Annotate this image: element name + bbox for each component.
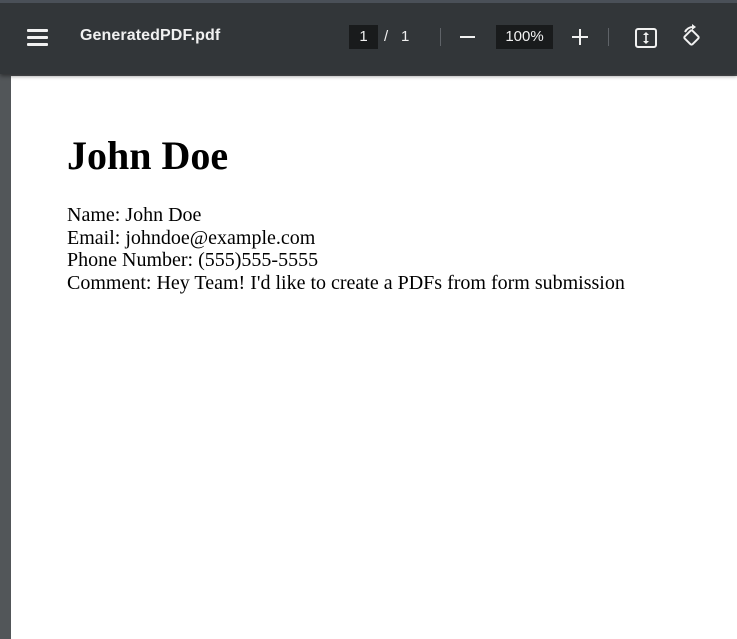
page-total: 1 [401, 28, 410, 45]
zoom-in-button[interactable] [567, 24, 593, 50]
zoom-out-button[interactable] [455, 24, 481, 50]
rotate-button[interactable] [677, 23, 705, 51]
fit-to-page-button[interactable] [632, 24, 660, 52]
toolbar-divider [440, 28, 441, 46]
document-body: Name: John Doe Email: johndoe@example.co… [67, 204, 625, 294]
pdf-viewer-area[interactable]: John Doe Name: John Doe Email: johndoe@e… [0, 74, 737, 639]
document-heading: John Doe [67, 133, 229, 178]
toolbar-top-border [0, 0, 737, 3]
document-title: GeneratedPDF.pdf [80, 27, 221, 44]
email-line: Email: johndoe@example.com [67, 226, 316, 249]
fit-to-page-icon [635, 28, 657, 48]
rotate-counterclockwise-icon [683, 24, 700, 46]
comment-line: Comment: Hey Team! I'd like to create a … [67, 271, 625, 294]
page-separator: / [384, 28, 389, 45]
zoom-level-input[interactable]: 100% [496, 25, 553, 49]
phone-line: Phone Number: (555)555-5555 [67, 249, 319, 271]
pdf-page: John Doe Name: John Doe Email: johndoe@e… [11, 76, 737, 639]
hamburger-menu-icon[interactable] [22, 23, 54, 53]
toolbar-divider [608, 28, 609, 46]
minus-icon [460, 36, 475, 38]
name-line: Name: John Doe [67, 204, 202, 226]
pdf-toolbar: GeneratedPDF.pdf 1 / 1 100% [0, 0, 737, 74]
page-number-input[interactable]: 1 [349, 25, 378, 49]
